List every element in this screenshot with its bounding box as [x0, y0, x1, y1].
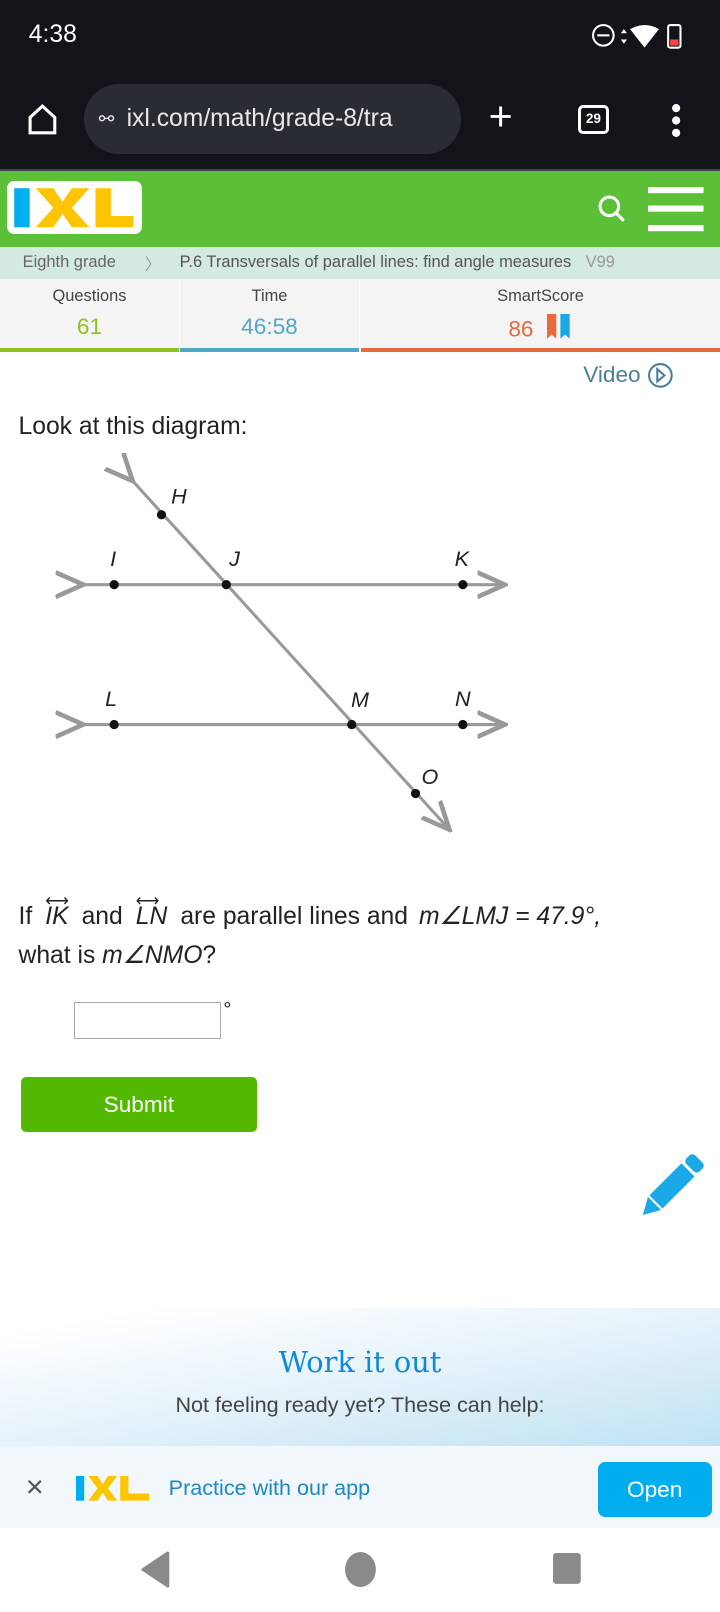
open-app-button[interactable]: Open [597, 1461, 712, 1518]
home-icon[interactable] [27, 103, 58, 136]
stats-bar: Questions 61 Time 46:58 SmartScore 86 [0, 278, 720, 352]
submit-button[interactable]: Submit [20, 1076, 258, 1133]
time-value: 46:58 [241, 314, 298, 340]
more-menu-icon[interactable] [671, 103, 681, 138]
ixl-logo[interactable] [7, 180, 142, 235]
tab-switcher-button[interactable]: 29 [578, 104, 609, 134]
status-icons [592, 23, 682, 49]
ixl-logo-small [76, 1475, 150, 1501]
home-nav-icon[interactable] [344, 1551, 377, 1588]
point-label: H [171, 483, 187, 508]
play-icon [647, 363, 673, 388]
back-icon[interactable] [141, 1551, 170, 1588]
transversal-line [131, 478, 448, 827]
point-label: O [422, 764, 439, 789]
video-button[interactable]: Video [583, 362, 673, 389]
smartscore-label: SmartScore [497, 286, 584, 305]
browser-toolbar: ⚯ ixl.com/math/grade-8/tra + 29 [0, 71, 720, 169]
point-label: M [351, 687, 369, 712]
video-label: Video [583, 362, 641, 388]
breadcrumb-grade[interactable]: Eighth grade [23, 253, 116, 272]
recents-icon[interactable] [553, 1553, 582, 1584]
point-label: N [455, 686, 471, 711]
smartscore-ribbon-icon [546, 314, 570, 339]
new-tab-icon[interactable]: + [489, 93, 513, 140]
work-it-out-subtitle: Not feeling ready yet? These can help: [175, 1391, 545, 1417]
breadcrumb-skill: P.6 Transversals of parallel lines: find… [179, 253, 572, 272]
app-banner: × Practice with our app Open [0, 1446, 720, 1529]
chevron-right-icon: 〉 [144, 255, 162, 274]
point-label: J [228, 546, 240, 571]
questions-value: 61 [76, 314, 103, 340]
time-label: Time [251, 286, 288, 305]
point-label: K [455, 546, 471, 571]
question-ask: what is m∠NMO? [18, 942, 217, 970]
questions-stat: Questions 61 [0, 278, 180, 352]
url-bar[interactable]: ⚯ ixl.com/math/grade-8/tra [84, 84, 461, 155]
answer-input[interactable] [74, 1001, 222, 1039]
breadcrumb: Eighth grade 〉 P.6 Transversals of paral… [0, 246, 720, 279]
point-label: L [105, 686, 117, 711]
status-bar: 4:38 [0, 0, 720, 72]
pencil-icon[interactable] [638, 1152, 706, 1220]
transversal-diagram: H I J K L M N O [0, 453, 535, 844]
nav-bar [0, 1528, 720, 1612]
clock: 4:38 [28, 20, 77, 48]
menu-icon[interactable] [647, 187, 705, 232]
point-label: I [110, 546, 116, 571]
work-it-out-section: Work it out Not feeling ready yet? These… [0, 1308, 720, 1447]
work-it-out-title: Work it out [278, 1345, 442, 1380]
close-icon[interactable]: × [26, 1469, 44, 1505]
question-text: If ⟷ IK and ⟷ LN are parallel lines and m∠… [18, 891, 602, 931]
skill-code: V99 [585, 253, 615, 272]
degree-symbol: ° [223, 997, 232, 1021]
search-icon[interactable] [597, 194, 628, 225]
ixl-header [0, 168, 720, 247]
url-text: ixl.com/math/grade-8/tra [126, 105, 393, 133]
smartscore-value: 86 [508, 316, 534, 342]
app-banner-text: Practice with our app [168, 1474, 371, 1500]
question-intro: Look at this diagram: [18, 413, 248, 441]
site-settings-icon[interactable]: ⚯ [99, 108, 115, 130]
time-stat: Time 46:58 [179, 278, 360, 352]
questions-label: Questions [52, 286, 127, 305]
smartscore-stat: SmartScore 86 [361, 279, 720, 352]
